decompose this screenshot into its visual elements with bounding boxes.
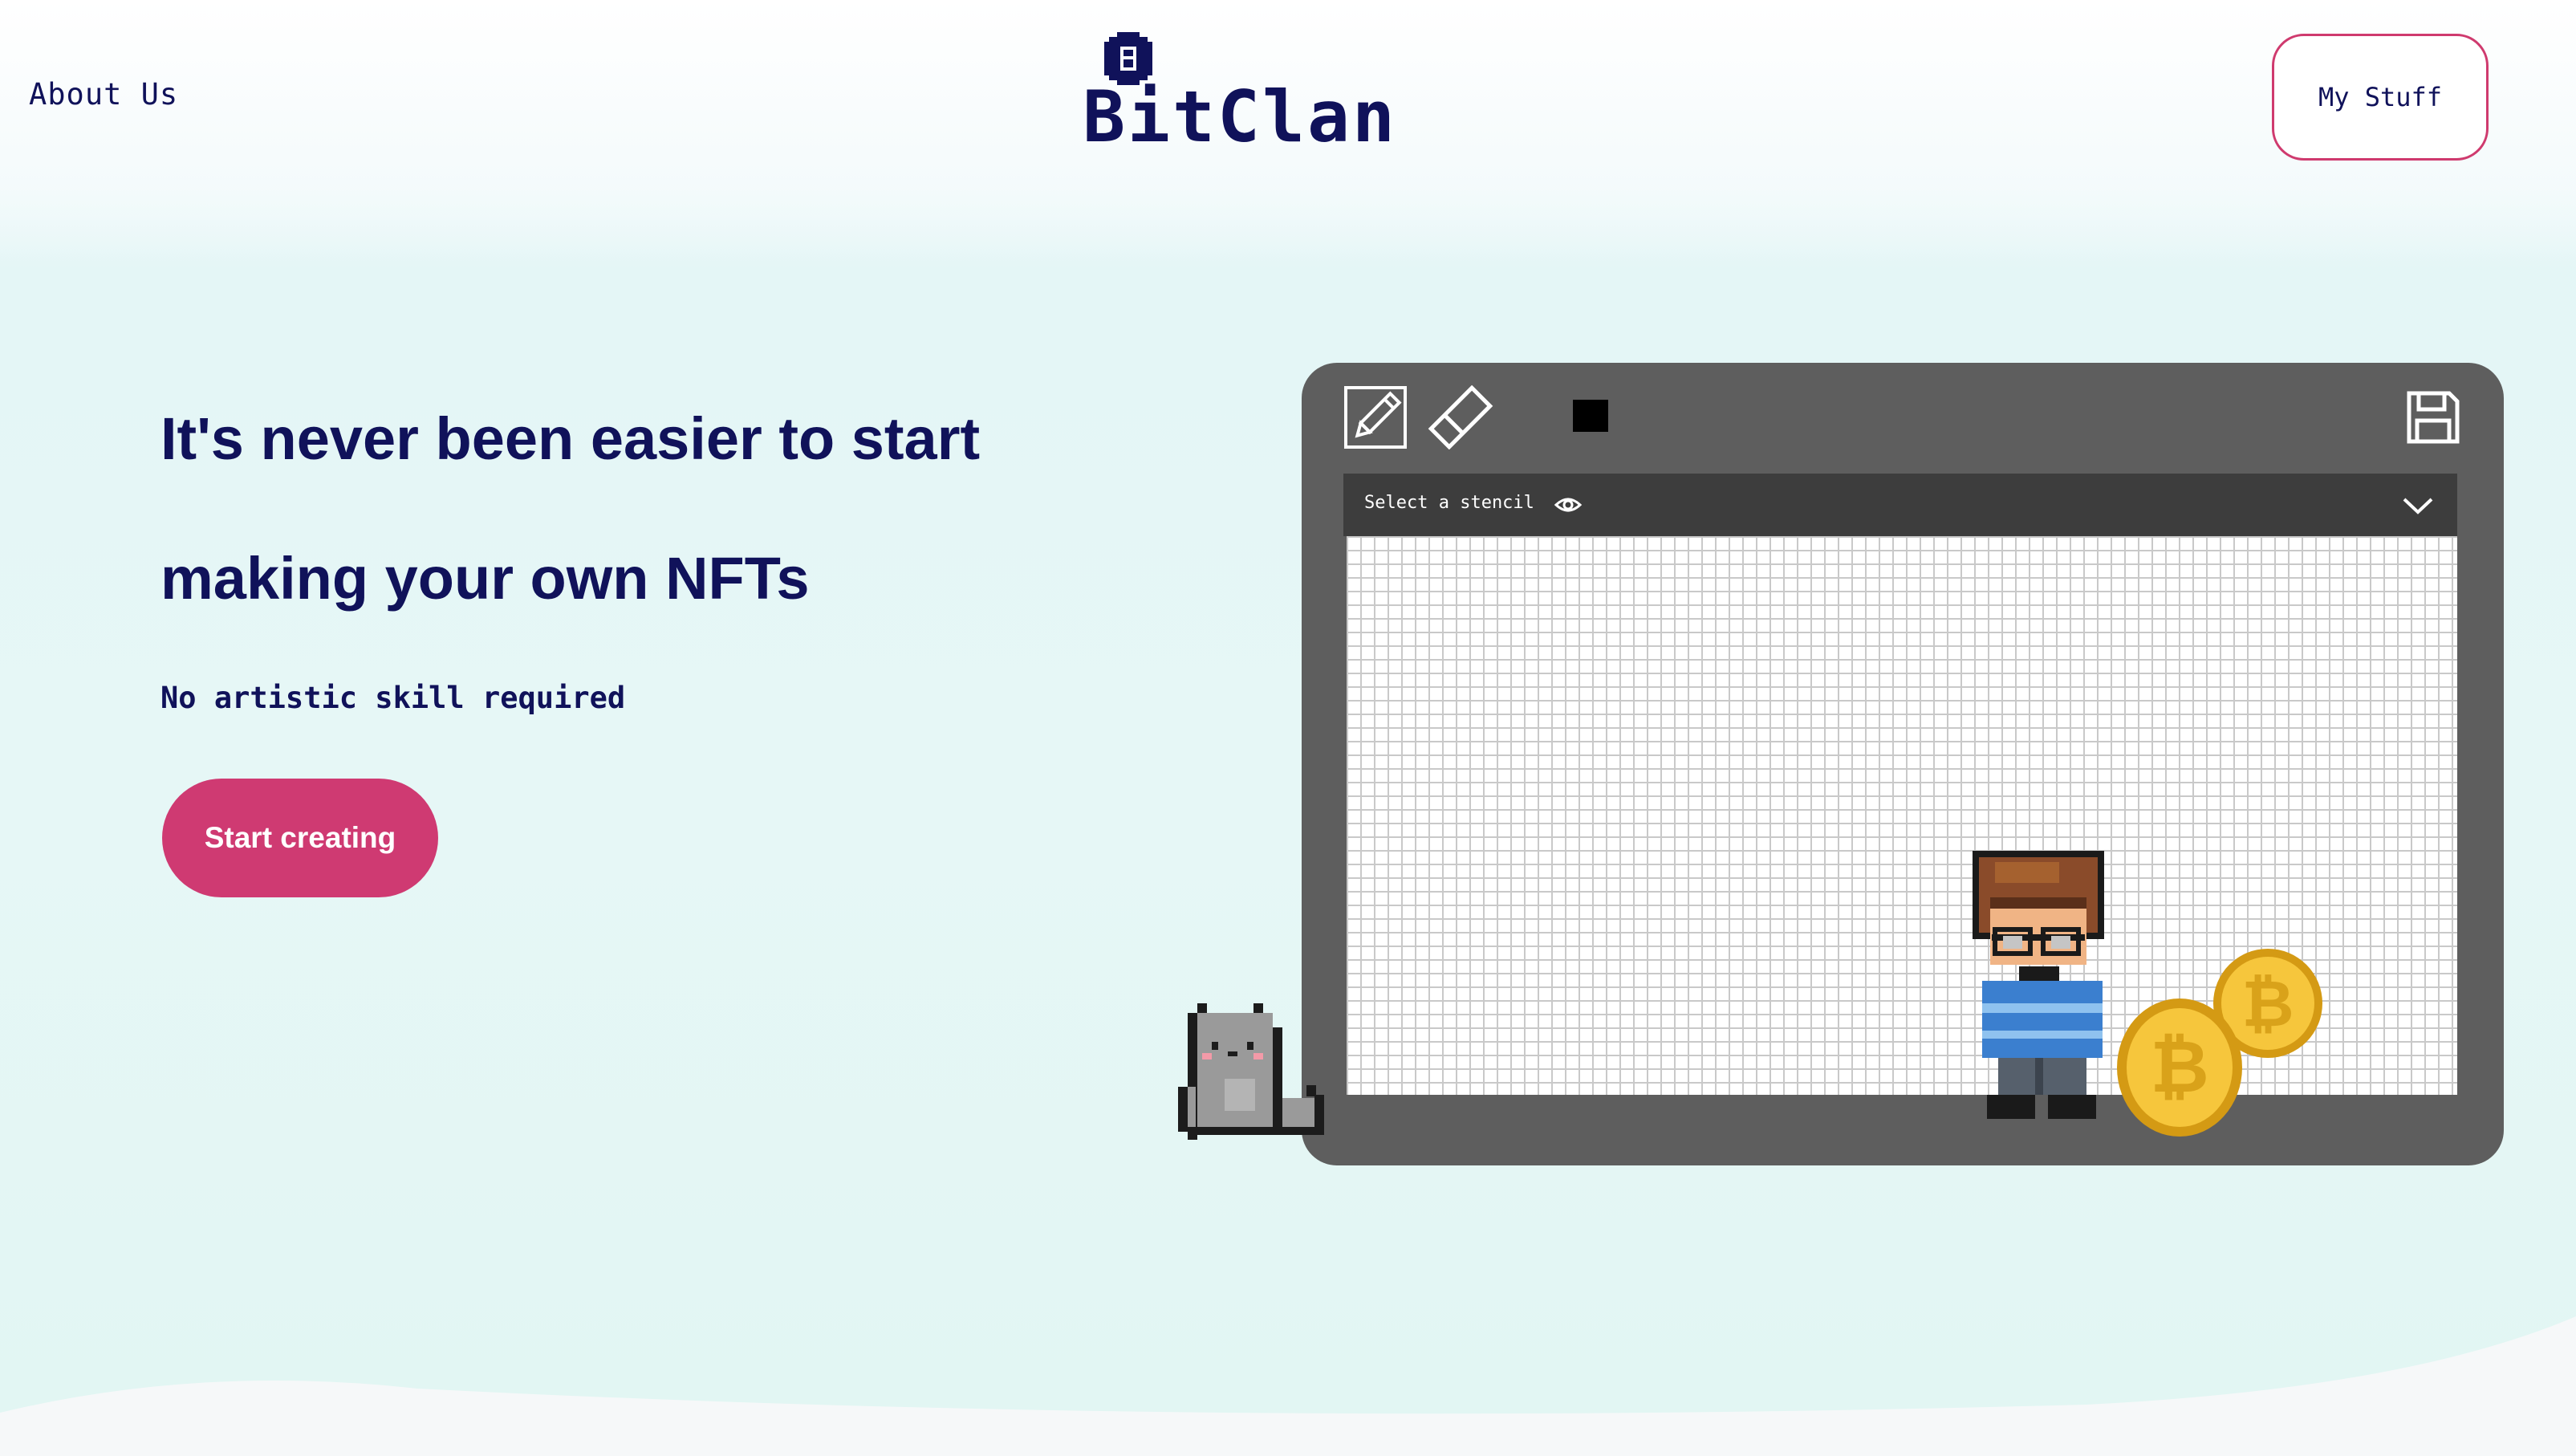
color-swatch[interactable]	[1573, 400, 1608, 432]
start-creating-button[interactable]: Start creating	[162, 779, 438, 897]
hero-headline: It's never been easier to start making y…	[160, 405, 981, 612]
pencil-icon[interactable]	[1343, 385, 1408, 449]
save-icon[interactable]	[2404, 388, 2462, 446]
pixel-character-illustration	[1973, 851, 2104, 1119]
eraser-icon[interactable]	[1427, 385, 1494, 449]
hero-subheadline: No artistic skill required	[160, 681, 626, 715]
logo-text: BitClan	[1083, 75, 1397, 149]
svg-text:₿: ₿	[2241, 966, 2294, 1041]
about-us-link[interactable]: About Us	[29, 77, 178, 112]
bitcoin-coin-front: ₿	[2117, 998, 2242, 1137]
chevron-down-icon[interactable]	[2399, 486, 2436, 523]
bottom-wave	[0, 1316, 2576, 1456]
stencil-select-label: Select a stencil	[1364, 493, 1534, 513]
my-stuff-button[interactable]: My Stuff	[2272, 34, 2489, 161]
svg-text:₿: ₿	[2150, 1025, 2208, 1109]
bitclan-logo[interactable]: BitClan	[1067, 29, 1412, 149]
bitcoin-coins-illustration: ₿ ₿	[2117, 949, 2322, 1137]
stencil-select[interactable]: Select a stencil	[1343, 474, 2457, 536]
pixel-cat-illustration	[1178, 1003, 1324, 1140]
eye-icon[interactable]	[1554, 491, 1583, 519]
